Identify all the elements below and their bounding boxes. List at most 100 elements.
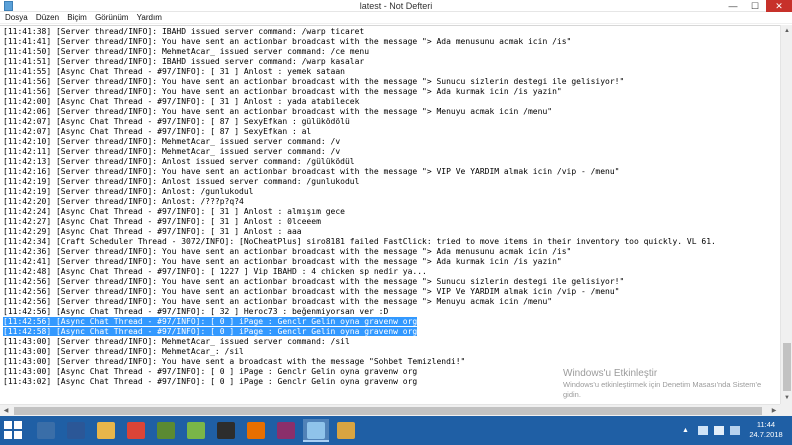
log-line-text: [11:41:56] [Server thread/INFO]: You hav… — [3, 77, 625, 86]
log-line: [11:41:56] [Server thread/INFO]: You hav… — [3, 77, 780, 87]
log-line-text: [11:42:56] [Server thread/INFO]: You hav… — [3, 287, 620, 296]
log-line: [11:42:06] [Server thread/INFO]: You hav… — [3, 107, 780, 117]
log-line-text: [11:42:56] [Async Chat Thread - #97/INFO… — [3, 317, 418, 326]
taskbar-button-minecraft[interactable] — [153, 419, 179, 442]
log-line: [11:41:38] [Server thread/INFO]: IBAHD i… — [3, 27, 780, 37]
menu-edit[interactable]: Düzen — [36, 12, 59, 24]
menu-bar: Dosya Düzen Biçim Görünüm Yardım — [0, 12, 792, 24]
log-line-text: [11:42:48] [Async Chat Thread - #97/INFO… — [3, 267, 427, 276]
log-line-text: [11:41:38] [Server thread/INFO]: IBAHD i… — [3, 27, 365, 36]
log-line-text: [11:41:50] [Server thread/INFO]: MehmetA… — [3, 47, 370, 56]
log-line-text: [11:43:00] [Async Chat Thread - #97/INFO… — [3, 367, 418, 376]
log-line-text: [11:42:56] [Server thread/INFO]: You hav… — [3, 277, 625, 286]
paint-icon — [337, 422, 355, 439]
log-line: [11:42:56] [Server thread/INFO]: You hav… — [3, 287, 780, 297]
activation-title: Windows'u Etkinleştir — [563, 368, 658, 379]
title-bar[interactable]: latest - Not Defteri — ☐ ✕ — [0, 0, 792, 12]
log-line-text: [11:43:00] [Server thread/INFO]: You hav… — [3, 357, 466, 366]
scrollbar-corner — [780, 404, 792, 416]
text-editor-area[interactable]: [11:41:38] [Server thread/INFO]: IBAHD i… — [0, 25, 780, 404]
java-icon — [247, 422, 265, 439]
log-line-text: [11:41:51] [Server thread/INFO]: IBAHD i… — [3, 57, 365, 66]
log-text: [11:41:38] [Server thread/INFO]: IBAHD i… — [0, 26, 780, 387]
log-line: [11:41:55] [Async Chat Thread - #97/INFO… — [3, 67, 780, 77]
vertical-scroll-thumb[interactable] — [783, 343, 791, 391]
log-line-text: [11:42:20] [Server thread/INFO]: Anlost:… — [3, 197, 244, 206]
log-line: [11:43:00] [Server thread/INFO]: MehmetA… — [3, 347, 780, 357]
close-button[interactable]: ✕ — [766, 0, 792, 12]
log-line: [11:42:24] [Async Chat Thread - #97/INFO… — [3, 207, 780, 217]
log-line-text: [11:42:56] [Async Chat Thread - #97/INFO… — [3, 307, 389, 316]
log-line-text: [11:42:41] [Server thread/INFO]: You hav… — [3, 257, 562, 266]
scroll-down-arrow-icon[interactable]: ▼ — [781, 392, 792, 404]
log-line-text: [11:42:29] [Async Chat Thread - #97/INFO… — [3, 227, 302, 236]
log-line: [11:42:00] [Async Chat Thread - #97/INFO… — [3, 97, 780, 107]
notepad-plus-icon — [187, 422, 205, 439]
keyboard-icon[interactable] — [730, 426, 740, 435]
taskbar-button-chrome[interactable] — [123, 419, 149, 442]
tray-up-arrow-icon[interactable]: ▲ — [682, 426, 692, 435]
log-line: [11:41:51] [Server thread/INFO]: IBAHD i… — [3, 57, 780, 67]
menu-format[interactable]: Biçim — [67, 12, 87, 24]
log-line: [11:42:07] [Async Chat Thread - #97/INFO… — [3, 127, 780, 137]
log-line: [11:41:56] [Server thread/INFO]: You hav… — [3, 87, 780, 97]
taskbar-button-server-manager[interactable] — [33, 419, 59, 442]
log-line: [11:42:41] [Server thread/INFO]: You hav… — [3, 257, 780, 267]
menu-help[interactable]: Yardım — [137, 12, 162, 24]
log-line: [11:42:07] [Async Chat Thread - #97/INFO… — [3, 117, 780, 127]
winrar-icon — [277, 422, 295, 439]
horizontal-scrollbar[interactable]: ◀ ▶ — [0, 404, 780, 416]
menu-view[interactable]: Görünüm — [95, 12, 128, 24]
log-line-text: [11:42:24] [Async Chat Thread - #97/INFO… — [3, 207, 345, 216]
chrome-icon — [127, 422, 145, 439]
log-line-text: [11:43:00] [Server thread/INFO]: MehmetA… — [3, 347, 244, 356]
log-line: [11:43:00] [Server thread/INFO]: MehmetA… — [3, 337, 780, 347]
taskbar: ▲ 11:44 24.7.2018 — [0, 416, 792, 445]
log-line-text: [11:41:55] [Async Chat Thread - #97/INFO… — [3, 67, 345, 76]
maximize-button[interactable]: ☐ — [744, 0, 766, 12]
log-line-text: [11:42:58] [Async Chat Thread - #97/INFO… — [3, 327, 418, 336]
activation-subtitle: Windows'u etkinleştirmek için Denetim Ma… — [563, 380, 762, 399]
scroll-up-arrow-icon[interactable]: ▲ — [781, 25, 792, 37]
clock-date: 24.7.2018 — [749, 430, 783, 439]
system-tray: ▲ 11:44 24.7.2018 — [678, 416, 788, 445]
clock[interactable]: 11:44 24.7.2018 — [744, 420, 788, 440]
log-line: [11:42:13] [Server thread/INFO]: Anlost … — [3, 157, 780, 167]
log-line: [11:42:19] [Server thread/INFO]: Anlost … — [3, 177, 780, 187]
log-line-text: [11:42:07] [Async Chat Thread - #97/INFO… — [3, 117, 350, 126]
menu-file[interactable]: Dosya — [5, 12, 28, 24]
log-line-text: [11:42:06] [Server thread/INFO]: You hav… — [3, 107, 553, 116]
taskbar-button-notepad-plus[interactable] — [183, 419, 209, 442]
log-line-text: [11:42:36] [Server thread/INFO]: You hav… — [3, 247, 572, 256]
taskbar-button-powershell[interactable] — [63, 419, 89, 442]
powershell-icon — [67, 422, 85, 439]
taskbar-button-paint[interactable] — [333, 419, 359, 442]
log-line: [11:42:56] [Server thread/INFO]: You hav… — [3, 277, 780, 287]
log-line: [11:42:19] [Server thread/INFO]: Anlost:… — [3, 187, 780, 197]
selected-log-line: [11:42:58] [Async Chat Thread - #97/INFO… — [3, 327, 780, 337]
server-manager-icon — [37, 422, 55, 439]
log-line-text: [11:43:00] [Server thread/INFO]: MehmetA… — [3, 337, 350, 346]
log-line: [11:42:10] [Server thread/INFO]: MehmetA… — [3, 137, 780, 147]
taskbar-button-winrar[interactable] — [273, 419, 299, 442]
log-line-text: [11:42:56] [Server thread/INFO]: You hav… — [3, 297, 553, 306]
start-button[interactable] — [4, 421, 24, 440]
activation-watermark: Windows'u Etkinleştir Windows'u etkinleş… — [563, 367, 773, 400]
taskbar-button-file-explorer[interactable] — [93, 419, 119, 442]
log-line: [11:42:34] [Craft Scheduler Thread - 307… — [3, 237, 780, 247]
log-line: [11:43:00] [Server thread/INFO]: You hav… — [3, 357, 780, 367]
volume-icon[interactable] — [714, 426, 724, 435]
log-line: [11:42:29] [Async Chat Thread - #97/INFO… — [3, 227, 780, 237]
selected-log-line: [11:42:56] [Async Chat Thread - #97/INFO… — [3, 317, 780, 327]
taskbar-button-terminal[interactable] — [213, 419, 239, 442]
minimize-button[interactable]: — — [722, 0, 744, 12]
network-icon[interactable] — [698, 426, 708, 435]
taskbar-button-java[interactable] — [243, 419, 269, 442]
taskbar-button-notepad[interactable] — [303, 419, 329, 442]
log-line-text: [11:41:41] [Server thread/INFO]: You hav… — [3, 37, 572, 46]
log-line: [11:42:36] [Server thread/INFO]: You hav… — [3, 247, 780, 257]
horizontal-scroll-thumb[interactable] — [14, 407, 762, 415]
vertical-scrollbar[interactable]: ▲ ▼ — [780, 25, 792, 404]
log-line: [11:41:41] [Server thread/INFO]: You hav… — [3, 37, 780, 47]
log-line-text: [11:42:19] [Server thread/INFO]: Anlost:… — [3, 187, 254, 196]
